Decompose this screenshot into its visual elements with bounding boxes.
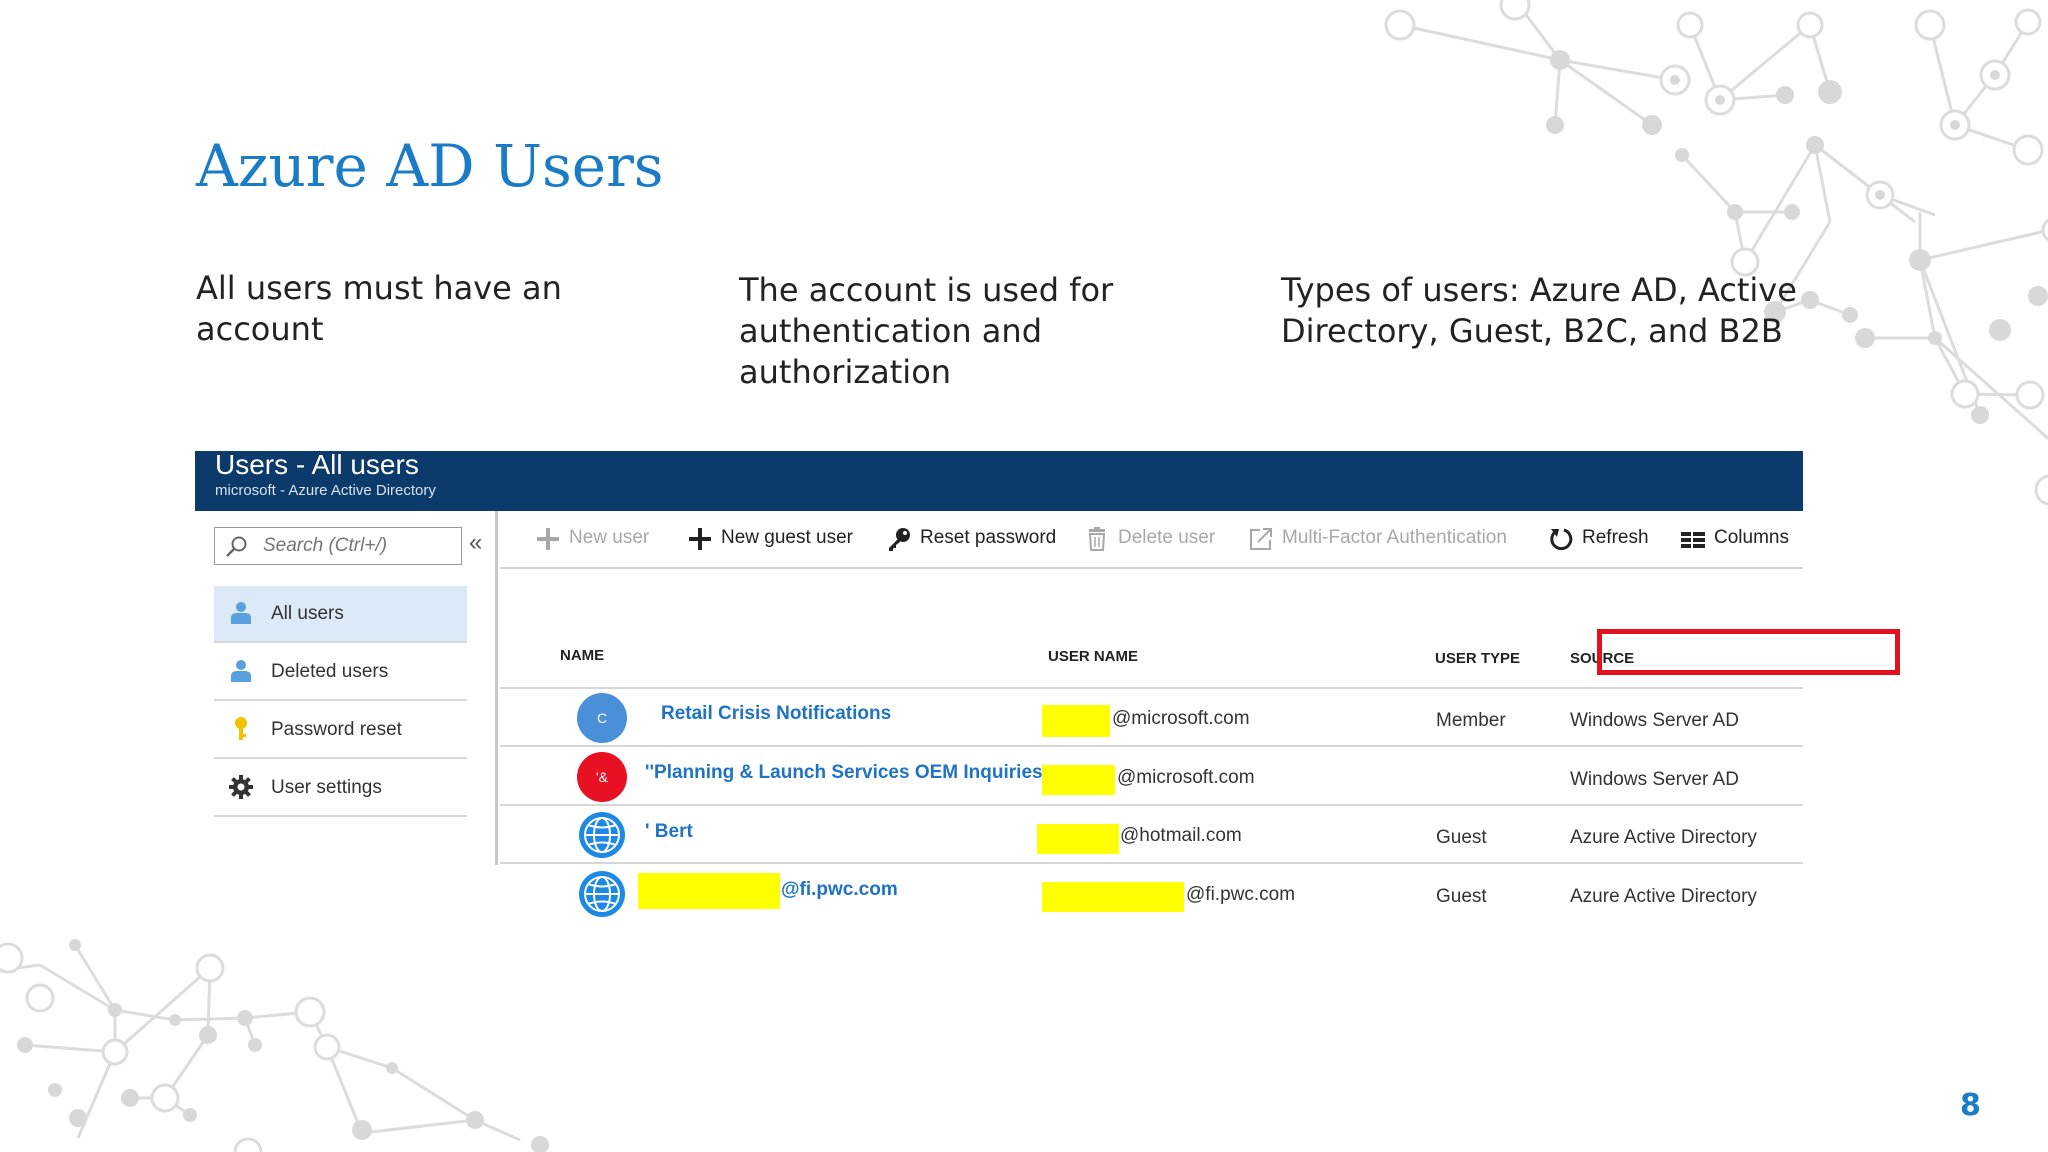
user-name-link[interactable]: @fi.pwc.com: [781, 879, 898, 901]
plus-icon: [537, 528, 559, 550]
delete-user-label: Delete user: [1118, 527, 1216, 548]
user-type-cell: Guest: [1436, 886, 1487, 907]
nav-label-user-settings: User settings: [271, 777, 382, 798]
refresh-icon: [1550, 528, 1573, 551]
source-cell: Windows Server AD: [1570, 769, 1739, 790]
search-icon: [226, 536, 247, 557]
command-toolbar: New user New guest user Reset password D…: [500, 511, 1803, 569]
user-icon: [231, 660, 251, 682]
gear-icon: [229, 775, 253, 799]
bullet-account-required: All users must have an account: [196, 269, 562, 348]
columns-icon: [1681, 532, 1705, 548]
user-principal-name: @microsoft.com: [1117, 767, 1255, 788]
refresh-label: Refresh: [1582, 527, 1649, 548]
avatar: '&: [577, 752, 627, 802]
redaction-block: [638, 873, 780, 909]
search-input[interactable]: [263, 534, 453, 558]
source-cell: Azure Active Directory: [1570, 827, 1757, 848]
network-decoration-top-right: [1384, 0, 2048, 506]
redaction-block: [1042, 765, 1115, 795]
key-icon: [235, 717, 247, 740]
user-name-link[interactable]: ' Bert: [645, 821, 693, 843]
azure-portal-screenshot: Users - All users microsoft - Azure Acti…: [195, 449, 1900, 917]
avatar-initial: '&: [595, 769, 608, 785]
user-name-link[interactable]: Retail Crisis Notifications: [661, 703, 891, 725]
column-header-user-name[interactable]: USER NAME: [1048, 648, 1138, 665]
user-type-cell: Member: [1436, 710, 1506, 731]
avatar: C: [577, 693, 627, 743]
nav-item-deleted-users[interactable]: Deleted users: [214, 644, 467, 701]
nav-item-password-reset[interactable]: Password reset: [214, 702, 467, 759]
slide-title: Azure AD Users: [196, 132, 664, 200]
user-principal-name: @hotmail.com: [1120, 825, 1242, 846]
user-principal-name: @fi.pwc.com: [1186, 884, 1296, 905]
highlight-box-user-type-source: [1597, 629, 1900, 675]
nav-item-all-users[interactable]: All users: [214, 586, 467, 643]
user-type-cell: Guest: [1436, 827, 1487, 848]
source-cell: Windows Server AD: [1570, 710, 1739, 731]
globe-icon: [579, 812, 625, 858]
nav-label-deleted-users: Deleted users: [271, 661, 389, 682]
columns-label: Columns: [1714, 527, 1789, 548]
left-navigation: « All users Deleted users Password reset…: [195, 511, 498, 865]
trash-icon: [1088, 527, 1106, 551]
external-link-icon: [1250, 528, 1272, 550]
key-icon: [889, 528, 910, 551]
row-divider: [500, 745, 1803, 747]
redaction-block: [1037, 824, 1119, 854]
new-user-label: New user: [569, 527, 650, 548]
reset-password-label: Reset password: [920, 527, 1057, 548]
row-divider: [500, 862, 1803, 864]
nav-label-password-reset: Password reset: [271, 719, 402, 740]
redaction-block: [1042, 705, 1110, 737]
collapse-menu-button[interactable]: «: [469, 529, 482, 557]
search-box[interactable]: [214, 527, 462, 565]
redaction-block: [1042, 882, 1184, 912]
user-icon: [231, 602, 251, 624]
blade-header: Users - All users microsoft - Azure Acti…: [195, 449, 1803, 511]
new-guest-user-label: New guest user: [721, 527, 854, 548]
source-cell: Azure Active Directory: [1570, 886, 1757, 907]
column-header-user-type[interactable]: USER TYPE: [1435, 650, 1520, 667]
globe-icon: [579, 871, 625, 917]
blade-subtitle: microsoft - Azure Active Directory: [215, 482, 436, 499]
column-header-name[interactable]: NAME: [560, 647, 604, 664]
nav-item-user-settings[interactable]: User settings: [214, 760, 467, 817]
user-principal-name: @microsoft.com: [1112, 708, 1250, 729]
page-number: 8: [1960, 1088, 1981, 1123]
avatar-initial: C: [596, 710, 608, 726]
bullet-user-types: Types of users: Azure AD, Active Directo…: [1281, 271, 1797, 350]
bullet-authentication: The account is used for authentication a…: [739, 271, 1114, 391]
nav-label-all-users: All users: [271, 603, 344, 624]
row-divider: [500, 804, 1803, 806]
blade-title: Users - All users: [215, 449, 419, 480]
mfa-label: Multi-Factor Authentication: [1282, 527, 1507, 548]
row-divider: [500, 687, 1803, 689]
user-name-link[interactable]: ''Planning & Launch Services OEM Inquiri…: [645, 762, 1043, 784]
network-decoration-bottom-left: [0, 939, 549, 1152]
plus-icon: [689, 528, 711, 550]
